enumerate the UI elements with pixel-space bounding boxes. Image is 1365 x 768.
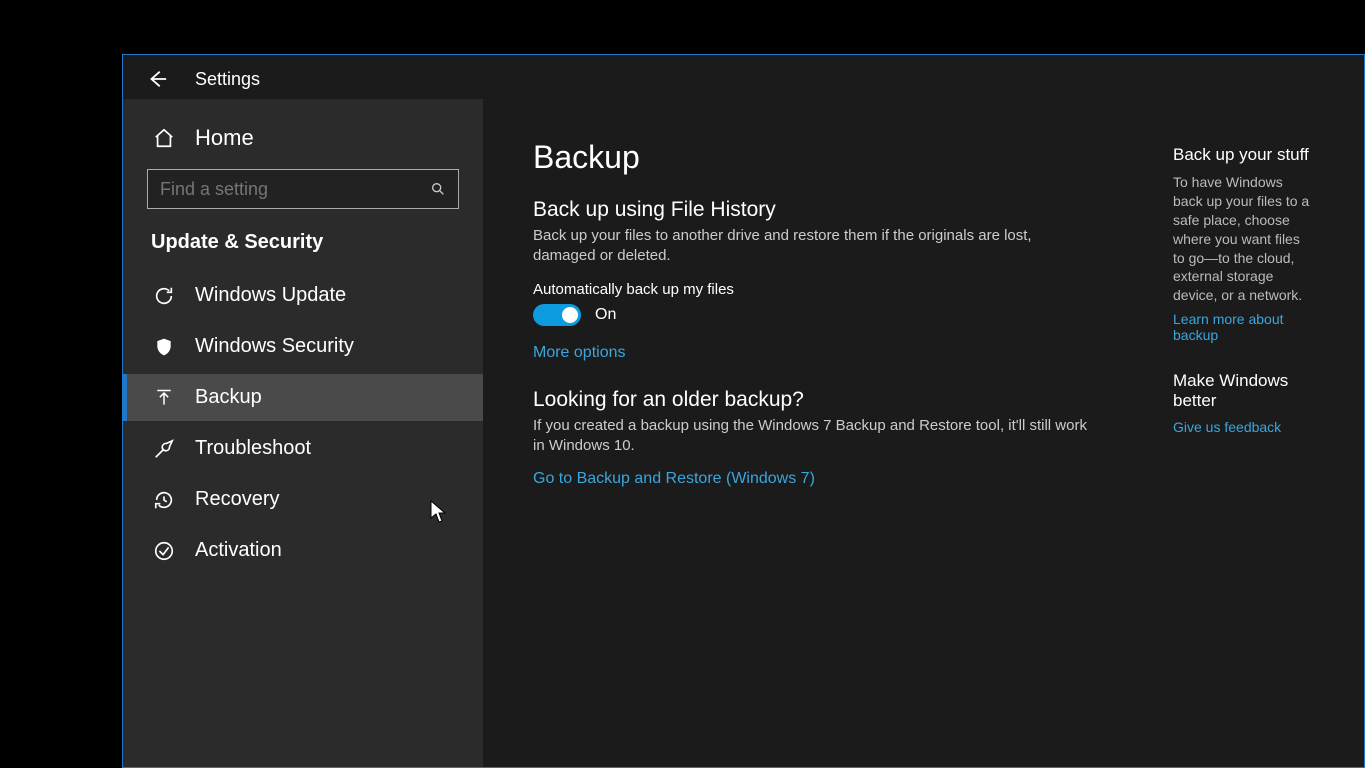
search-field[interactable] — [160, 179, 430, 200]
section-file-history-title: Back up using File History — [533, 198, 1093, 222]
shield-icon — [153, 336, 175, 358]
content-area: Home Update & Security Windows Update — [123, 99, 1364, 767]
sidebar-item-label: Activation — [195, 539, 282, 562]
goto-win7-backup-link[interactable]: Go to Backup and Restore (Windows 7) — [533, 470, 815, 488]
auto-backup-label: Automatically back up my files — [533, 281, 1093, 298]
sidebar-item-label: Recovery — [195, 488, 279, 511]
sidebar-item-recovery[interactable]: Recovery — [123, 476, 483, 523]
section-older-backup-desc: If you created a backup using the Window… — [533, 416, 1093, 457]
sync-icon — [153, 285, 175, 307]
sidebar-item-troubleshoot[interactable]: Troubleshoot — [123, 425, 483, 472]
learn-more-backup-link[interactable]: Learn more about backup — [1173, 311, 1314, 343]
backup-arrow-icon — [153, 387, 175, 409]
history-icon — [153, 489, 175, 511]
search-input[interactable] — [147, 169, 459, 209]
sidebar-category: Update & Security — [123, 227, 483, 268]
home-icon — [153, 127, 175, 149]
auto-backup-toggle-row: On — [533, 304, 1093, 326]
sidebar-item-label: Windows Update — [195, 284, 346, 307]
sidebar-item-label: Backup — [195, 386, 262, 409]
help-column: Back up your stuff To have Windows back … — [1173, 139, 1314, 767]
sidebar-item-label: Troubleshoot — [195, 437, 311, 460]
sidebar-item-activation[interactable]: Activation — [123, 527, 483, 574]
auto-backup-toggle[interactable] — [533, 304, 581, 326]
feedback-link[interactable]: Give us feedback — [1173, 419, 1281, 435]
sidebar-home-label: Home — [195, 125, 254, 151]
sidebar-home[interactable]: Home — [123, 117, 483, 165]
settings-window: Settings Home Update & Security — [122, 54, 1365, 768]
sidebar-item-windows-security[interactable]: Windows Security — [123, 323, 483, 370]
help-text-backup: To have Windows back up your files to a … — [1173, 173, 1314, 305]
help-heading-backup: Back up your stuff — [1173, 145, 1314, 165]
back-button[interactable] — [143, 65, 171, 93]
toggle-knob — [562, 307, 578, 323]
search-icon — [430, 181, 446, 197]
toggle-state-label: On — [595, 306, 616, 324]
wrench-icon — [153, 438, 175, 460]
sidebar-item-label: Windows Security — [195, 335, 354, 358]
main-column: Backup Back up using File History Back u… — [533, 139, 1093, 767]
page-title: Backup — [533, 139, 1093, 176]
sidebar: Home Update & Security Windows Update — [123, 99, 483, 767]
section-file-history-desc: Back up your files to another drive and … — [533, 226, 1093, 267]
help-heading-feedback: Make Windows better — [1173, 371, 1314, 411]
check-circle-icon — [153, 540, 175, 562]
main-panel: Backup Back up using File History Back u… — [483, 99, 1364, 767]
section-older-backup-title: Looking for an older backup? — [533, 388, 1093, 412]
sidebar-item-windows-update[interactable]: Windows Update — [123, 272, 483, 319]
sidebar-item-backup[interactable]: Backup — [123, 374, 483, 421]
titlebar: Settings — [123, 55, 1364, 99]
app-title: Settings — [195, 69, 260, 90]
more-options-link[interactable]: More options — [533, 344, 626, 362]
